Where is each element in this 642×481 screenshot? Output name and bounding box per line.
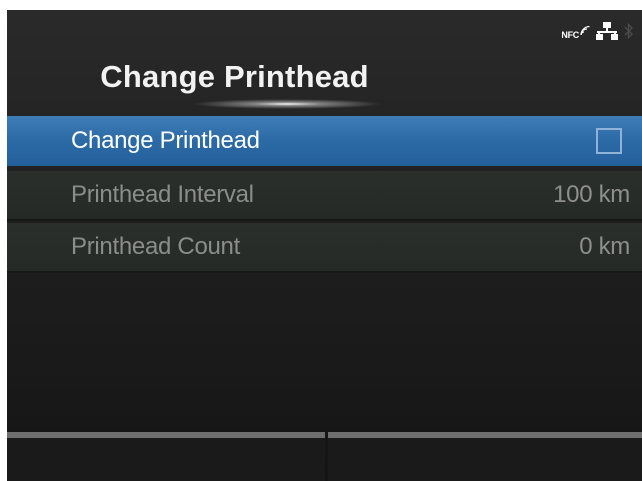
page-title: Change Printhead (100, 59, 369, 94)
menu-item-value: 100 km (553, 181, 630, 208)
menu-item-label: Printhead Count (71, 233, 240, 260)
nfc-icon: NFC (561, 26, 590, 40)
softkey-right[interactable] (328, 432, 642, 481)
bluetooth-icon (624, 22, 634, 45)
menu-item-change-printhead[interactable]: Change Printhead (7, 116, 642, 166)
softkey-bar (7, 432, 642, 481)
menu-item-value: 0 km (579, 233, 630, 260)
menu-item-label: Printhead Interval (71, 181, 254, 208)
softkey-left[interactable] (7, 432, 325, 481)
status-bar: NFC (561, 18, 634, 48)
menu-item-printhead-interval[interactable]: Printhead Interval 100 km (7, 171, 642, 221)
network-icon (596, 21, 618, 45)
menu-item-label: Change Printhead (71, 127, 260, 154)
nfc-label: NFC (561, 30, 579, 40)
title-underline-glow (192, 99, 382, 109)
printer-screen: NFC Change Printhead Change Printhead Pr… (7, 10, 642, 481)
menu-item-printhead-count[interactable]: Printhead Count 0 km (7, 223, 642, 273)
change-printhead-checkbox[interactable] (596, 128, 622, 154)
